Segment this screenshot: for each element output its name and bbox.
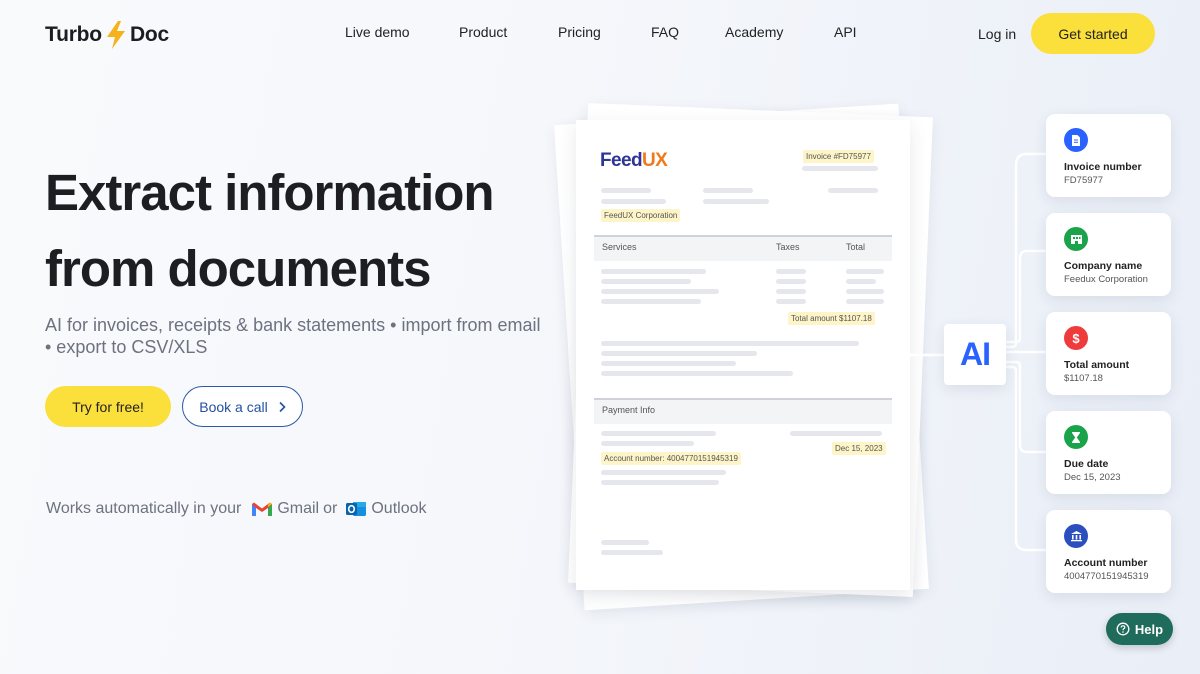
outlook-icon <box>346 502 367 516</box>
text-line <box>703 199 769 204</box>
text-line <box>601 199 666 204</box>
dollar-icon: $ <box>1064 326 1088 350</box>
brand-logo[interactable]: Turbo Doc <box>45 20 169 50</box>
account-number-tag: Account number: 4004770151945319 <box>601 452 741 465</box>
document-icon <box>1064 128 1088 152</box>
works-with-line: Works automatically in your Gmail or Out… <box>46 500 426 518</box>
help-label: Help <box>1134 621 1164 637</box>
field-label: Account number <box>1064 557 1148 569</box>
lightning-icon <box>106 21 125 49</box>
text-line <box>601 540 649 545</box>
text-line <box>601 371 793 376</box>
text-line <box>601 470 726 475</box>
text-line <box>601 361 736 366</box>
text-line <box>601 279 691 284</box>
book-call-label: Book a call <box>199 398 268 415</box>
text-line <box>601 550 663 555</box>
payment-heading: Payment Info <box>602 405 656 415</box>
field-label: Invoice number <box>1064 161 1142 173</box>
hero-title-line2: from documents <box>45 240 432 297</box>
text-line <box>601 188 651 193</box>
nav-api[interactable]: API <box>834 24 857 40</box>
hero-title: Extract information from documents <box>45 155 565 307</box>
text-line <box>601 289 719 294</box>
total-amount-tag: Total amount $1107.18 <box>788 312 875 325</box>
col-taxes: Taxes <box>776 242 800 252</box>
outlook-label: Outlook <box>371 500 427 517</box>
feedux-logo: FeedUX <box>600 150 668 172</box>
field-value: 4004770151945319 <box>1064 571 1149 582</box>
text-line <box>776 269 806 274</box>
brand-feed: Feed <box>600 150 643 171</box>
nav-faq[interactable]: FAQ <box>651 24 679 40</box>
building-icon <box>1064 227 1088 251</box>
field-card-invoice-number: Invoice number FD75977 <box>1046 114 1171 197</box>
brand-name-left: Turbo <box>45 23 102 46</box>
text-line <box>601 299 701 304</box>
text-line <box>776 279 806 284</box>
invoice-document: FeedUX Invoice #FD75977 FeedUX Corporati… <box>576 120 910 590</box>
field-value: $1107.18 <box>1064 373 1103 384</box>
nav-pricing[interactable]: Pricing <box>558 24 601 40</box>
field-value: FD75977 <box>1064 175 1104 186</box>
field-value: Feedux Corporation <box>1064 274 1148 285</box>
get-started-button[interactable]: Get started <box>1031 13 1155 54</box>
chevron-right-icon <box>279 401 286 412</box>
text-line <box>828 188 878 193</box>
hero-title-line1: Extract information <box>45 164 495 221</box>
hourglass-icon <box>1064 425 1088 449</box>
text-line <box>601 269 706 274</box>
field-card-due-date: Due date Dec 15, 2023 <box>1046 411 1171 494</box>
text-line <box>846 299 884 304</box>
col-total: Total <box>846 242 866 252</box>
book-call-button[interactable]: Book a call <box>182 386 303 427</box>
text-line <box>776 299 806 304</box>
text-line <box>776 289 806 294</box>
col-services: Services <box>602 242 637 252</box>
nav-academy[interactable]: Academy <box>725 24 783 40</box>
text-line <box>846 279 876 284</box>
text-line <box>601 341 859 346</box>
brand-ux: UX <box>641 150 668 171</box>
question-circle-icon <box>1116 622 1130 636</box>
text-line <box>601 351 757 356</box>
login-link[interactable]: Log in <box>978 26 1016 42</box>
text-line <box>802 166 878 171</box>
text-line <box>601 431 716 436</box>
gmail-label: Gmail <box>277 500 320 517</box>
company-name-tag: FeedUX Corporation <box>601 209 681 222</box>
text-line <box>790 431 882 436</box>
ai-badge: AI <box>944 324 1006 385</box>
hero-subtitle: AI for invoices, receipts & bank stateme… <box>45 315 541 357</box>
brand-name-right: Doc <box>129 23 170 46</box>
try-free-button[interactable]: Try for free! <box>45 386 171 427</box>
bank-icon <box>1064 524 1088 548</box>
field-card-company-name: Company name Feedux Corporation <box>1046 213 1171 296</box>
text-line <box>601 480 719 485</box>
field-value: Dec 15, 2023 <box>1064 472 1121 483</box>
field-label: Company name <box>1064 260 1143 272</box>
works-prefix: Works automatically in your <box>46 500 242 517</box>
text-line <box>846 289 884 294</box>
nav-product[interactable]: Product <box>459 24 507 40</box>
field-label: Total amount <box>1064 359 1130 371</box>
field-card-account-number: Account number 4004770151945319 <box>1046 510 1171 593</box>
invoice-number-tag: Invoice #FD75977 <box>803 150 874 163</box>
or-label: or <box>323 500 338 517</box>
field-label: Due date <box>1064 458 1109 470</box>
text-line <box>601 441 694 446</box>
gmail-icon <box>252 502 273 516</box>
text-line <box>846 269 884 274</box>
field-card-total-amount: $ Total amount $1107.18 <box>1046 312 1171 395</box>
help-button[interactable]: Help <box>1106 613 1173 645</box>
due-date-tag: Dec 15, 2023 <box>832 442 886 455</box>
nav-live-demo[interactable]: Live demo <box>345 24 410 40</box>
text-line <box>703 188 753 193</box>
